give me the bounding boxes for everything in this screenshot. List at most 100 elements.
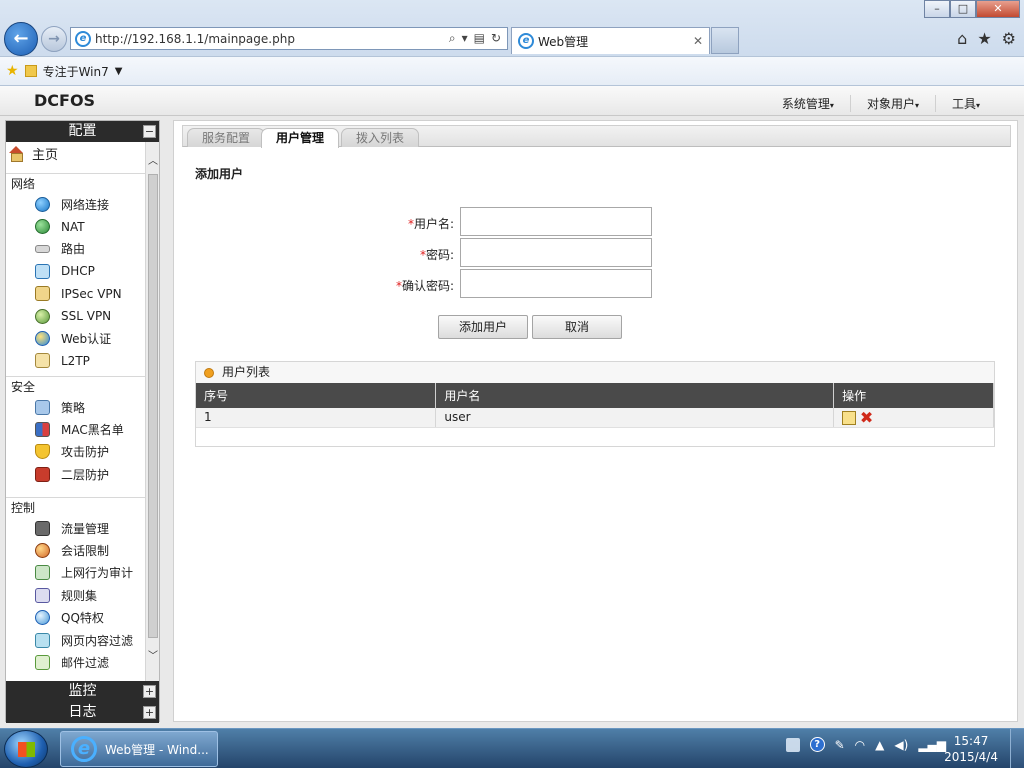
label-text: 确认密码: (401, 279, 454, 293)
password-row: *密码: (374, 238, 674, 268)
start-button[interactable] (4, 730, 48, 768)
speaker-icon[interactable]: ◀) (894, 738, 908, 752)
confirm-password-label: *确认密码: (396, 277, 454, 294)
clock-time: 15:47 (953, 734, 989, 748)
compat-view-icon[interactable]: ▤ (474, 31, 485, 46)
sidebar-item-label: 流量管理 (61, 521, 110, 536)
ssl-vpn-icon (35, 308, 50, 324)
delete-icon[interactable]: ✖ (860, 409, 873, 425)
close-tab-icon[interactable]: ✕ (693, 34, 703, 48)
gear-icon[interactable]: ⚙ (1002, 29, 1016, 48)
caret-icon: ▾ (829, 101, 834, 110)
tab-dialin-list[interactable]: 拨入列表 (341, 128, 420, 147)
sidebar-scrollbar[interactable]: ︿ ﹀ (145, 142, 159, 681)
dropdown-icon[interactable]: ▾ (462, 31, 468, 46)
sidebar-item-label: NAT (61, 219, 85, 234)
maximize-button[interactable]: □ (950, 0, 976, 18)
scroll-up-icon[interactable]: ︿ (146, 154, 160, 170)
sidebar-item-behavior-audit[interactable]: 上网行为审计 (6, 562, 145, 584)
sidebar-item-mac-blacklist[interactable]: MAC黑名单 (6, 418, 145, 440)
caret-icon: ▾ (914, 101, 919, 110)
pen-icon[interactable]: ✎ (835, 738, 845, 752)
scrollbar-thumb[interactable] (148, 174, 158, 638)
minimize-button[interactable]: – (924, 0, 950, 18)
sidebar-item-ssl-vpn[interactable]: SSL VPN (6, 305, 145, 327)
sidebar-item-qq-privilege[interactable]: QQ特权 (6, 607, 145, 629)
confirm-password-input[interactable] (460, 269, 652, 298)
sidebar-item-route[interactable]: 路由 (6, 238, 145, 260)
new-tab-button[interactable] (711, 27, 739, 54)
sidebar-item-nat[interactable]: NAT (6, 215, 145, 237)
user-list-title: 用户列表 (222, 365, 271, 379)
tray-expand-icon[interactable]: ▲ (875, 738, 884, 752)
clock[interactable]: 15:47 2015/4/4 (944, 733, 998, 765)
sidebar-item-label: 主页 (32, 148, 59, 163)
collapse-icon[interactable]: − (143, 125, 156, 138)
sidebar-item-label: IPSec VPN (61, 286, 122, 301)
column-header-username: 用户名 (435, 383, 835, 408)
edit-icon[interactable] (842, 410, 857, 425)
windows-logo-icon (18, 742, 35, 757)
close-window-button[interactable]: ✕ (976, 0, 1020, 18)
favorites-bar: ★ 专注于Win7 ▼ (0, 56, 1024, 86)
label-text: 密码: (425, 248, 454, 262)
log-panel-header[interactable]: 日志 + (6, 702, 159, 723)
arp-icon (35, 466, 50, 482)
panel-title: 日志 (68, 704, 97, 720)
menu-tools[interactable]: 工具▾ (934, 95, 996, 112)
sidebar-item-attack-protection[interactable]: 攻击防护 (6, 441, 145, 463)
sidebar-item-layer2-protection[interactable]: 二层防护 (6, 463, 145, 485)
sidebar-item-web-auth[interactable]: Web认证 (6, 327, 145, 349)
address-url[interactable]: http://192.168.1.1/mainpage.php (95, 32, 449, 46)
sidebar-item-l2tp[interactable]: L2TP (6, 350, 145, 372)
add-user-button[interactable]: 添加用户 (438, 315, 528, 339)
menu-system-management[interactable]: 系统管理▾ (766, 95, 850, 112)
sidebar-item-mail-filter[interactable]: 邮件过滤 (6, 651, 145, 673)
sidebar-item-web-content-filter[interactable]: 网页内容过滤 (6, 629, 145, 651)
sidebar-item-home[interactable]: 主页 (8, 144, 58, 163)
taskbar-ie-item[interactable]: e Web管理 - Wind... (60, 731, 218, 767)
cancel-button[interactable]: 取消 (532, 315, 622, 339)
tab-service-config[interactable]: 服务配置 (187, 128, 266, 147)
favorites-item[interactable]: 专注于Win7 (43, 63, 109, 80)
show-desktop-button[interactable] (1010, 729, 1024, 768)
expand-icon[interactable]: + (143, 706, 156, 719)
browser-tab[interactable]: e Web管理 ✕ (511, 27, 710, 54)
signal-icon[interactable]: ▂▄▆ (918, 738, 946, 752)
app-logo: DCFOS (34, 91, 96, 110)
config-panel-header[interactable]: 配置 − (6, 121, 159, 142)
table-row: 1 user ✖ (196, 408, 994, 428)
password-input[interactable] (460, 238, 652, 267)
tab-user-management[interactable]: 用户管理 (261, 128, 340, 148)
sidebar-item-label: QQ特权 (61, 611, 104, 626)
sidebar-item-rule-set[interactable]: 规则集 (6, 584, 145, 606)
sidebar-item-network-connection[interactable]: 网络连接 (6, 193, 145, 215)
forward-button[interactable]: → (41, 26, 67, 52)
shield-icon (35, 444, 50, 460)
chevron-down-icon[interactable]: ▼ (115, 66, 123, 77)
wifi-icon[interactable]: ◠ (855, 738, 865, 752)
monitor-panel-header[interactable]: 监控 + (6, 681, 159, 702)
sidebar-item-label: MAC黑名单 (61, 423, 124, 438)
scroll-down-icon[interactable]: ﹀ (146, 649, 160, 665)
sidebar-item-policy[interactable]: 策略 (6, 396, 145, 418)
menu-object-user[interactable]: 对象用户▾ (849, 95, 935, 112)
search-icon[interactable]: ⌕ (449, 31, 456, 46)
favorites-add-icon[interactable]: ★ (6, 63, 19, 79)
traffic-icon (35, 520, 50, 536)
user-list-header: 用户列表 (196, 362, 994, 383)
expand-icon[interactable]: + (143, 685, 156, 698)
help-icon[interactable]: ? (809, 737, 825, 752)
sidebar-item-dhcp[interactable]: DHCP (6, 260, 145, 282)
back-button[interactable]: ← (4, 22, 38, 56)
ie-icon: e (75, 30, 91, 47)
sidebar-item-session-limit[interactable]: 会话限制 (6, 539, 145, 561)
sidebar-item-traffic-management[interactable]: 流量管理 (6, 517, 145, 539)
refresh-icon[interactable]: ↻ (491, 31, 501, 46)
address-bar[interactable]: e http://192.168.1.1/mainpage.php ⌕ ▾ ▤ … (70, 27, 508, 50)
sidebar-item-ipsec-vpn[interactable]: IPSec VPN (6, 283, 145, 305)
username-input[interactable] (460, 207, 652, 236)
home-icon[interactable]: ⌂ (957, 29, 967, 48)
favorites-star-icon[interactable]: ★ (977, 29, 991, 48)
keyboard-icon[interactable] (785, 737, 800, 752)
